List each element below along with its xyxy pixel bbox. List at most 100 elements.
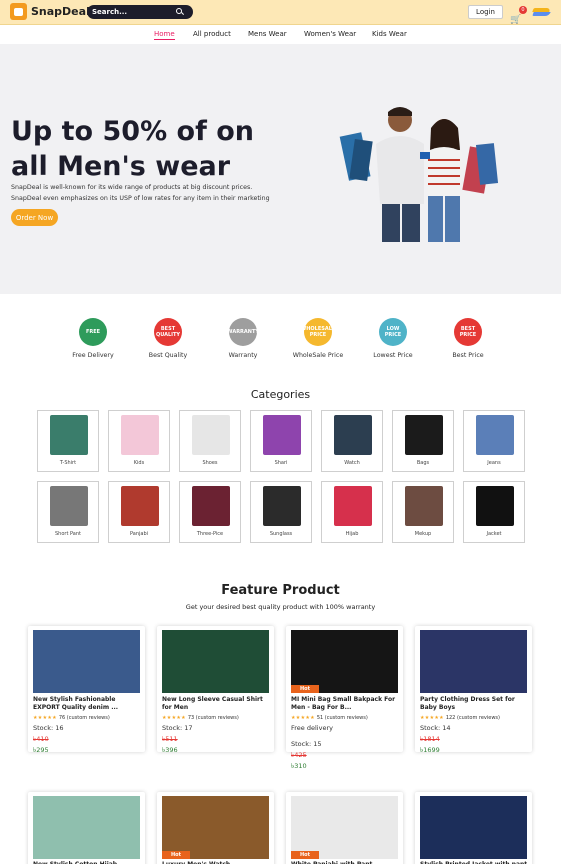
category-label: Jacket: [486, 531, 502, 537]
categories-title: Categories: [250, 388, 311, 401]
product-title[interactable]: Party Clothing Dress Set for Baby Boys: [420, 696, 530, 711]
hot-badge: Hot: [291, 685, 319, 693]
category-card[interactable]: Short Pant: [37, 481, 99, 543]
category-card[interactable]: Three-Pice: [179, 481, 241, 543]
search-input[interactable]: [92, 8, 176, 16]
category-image: [476, 486, 514, 526]
feature-item: WHOLESALE PRICE WholeSale Price: [288, 318, 348, 359]
new-price: ৳396: [162, 746, 178, 754]
product-card[interactable]: HotWhite Panjabi with Pant: [286, 792, 403, 864]
order-now-button[interactable]: Order Now: [11, 209, 58, 226]
category-card[interactable]: Shari: [250, 410, 312, 472]
category-label: Three-Pice: [196, 531, 224, 537]
category-card[interactable]: Bags: [392, 410, 454, 472]
category-card[interactable]: Watch: [321, 410, 383, 472]
category-card[interactable]: Kids: [108, 410, 170, 472]
product-card[interactable]: New Stylish Fashionable EXPORT Quality d…: [28, 626, 145, 754]
product-stock: Stock: 15: [291, 740, 322, 748]
featured-title: Feature Product: [221, 583, 340, 598]
product-rating: ★★★★★ 76 (custom reviews): [33, 715, 110, 721]
category-label: Sunglass: [269, 531, 293, 537]
product-image: [420, 630, 527, 693]
category-card[interactable]: Sunglass: [250, 481, 312, 543]
top-bar: SnapDeal Login 🛒 0: [0, 0, 561, 25]
hot-badge: Hot: [291, 851, 319, 859]
feature-item: WARRANTY Warranty: [213, 318, 273, 359]
logo-icon: [10, 3, 27, 20]
language-flag-icon[interactable]: [532, 8, 551, 16]
category-image: [334, 486, 372, 526]
nav-mens-wear[interactable]: Mens Wear: [248, 30, 287, 38]
hero-description: SnapDeal is well-known for its wide rang…: [11, 182, 281, 204]
category-card[interactable]: Hijab: [321, 481, 383, 543]
best-quality-icon: BEST QUALITY: [154, 318, 182, 346]
hero-description-line: SnapDeal even emphasizes on its USP of l…: [11, 195, 270, 202]
feature-item: BEST QUALITY Best Quality: [138, 318, 198, 359]
login-button[interactable]: Login: [468, 5, 503, 19]
category-label: Watch: [344, 460, 360, 466]
product-card[interactable]: New Stylish Cotton Hijab: [28, 792, 145, 864]
category-label: Short Pant: [55, 531, 81, 537]
search-icon[interactable]: [176, 8, 184, 16]
product-image: [33, 630, 140, 693]
category-image: [192, 486, 230, 526]
nav-all-product[interactable]: All product: [193, 30, 231, 38]
product-rating: ★★★★★ 122 (custom reviews): [420, 715, 500, 721]
new-price: ৳310: [291, 762, 307, 770]
main-nav: Home All product Mens Wear Women's Wear …: [0, 25, 561, 44]
category-image: [263, 415, 301, 455]
rating-count: 51 (custom reviews): [316, 715, 368, 721]
cart-count-badge: 0: [519, 6, 527, 14]
old-price: ৳511: [162, 735, 178, 743]
feature-item: LOW PRICE Lowest Price: [363, 318, 423, 359]
category-label: Hijab: [345, 531, 359, 537]
category-card[interactable]: Panjabi: [108, 481, 170, 543]
category-label: Panjabi: [129, 531, 149, 537]
product-card[interactable]: New Long Sleeve Casual Shirt for Men ★★★★…: [157, 626, 274, 754]
rating-stars-icon: ★★★★★: [420, 715, 446, 721]
product-title[interactable]: MI Mini Bag Small Bakpack For Men - Bag …: [291, 696, 401, 711]
product-card[interactable]: Hot MI Mini Bag Small Bakpack For Men - B…: [286, 626, 403, 770]
logo[interactable]: SnapDeal: [10, 3, 90, 20]
product-stock: Stock: 17: [162, 724, 193, 732]
product-image: [420, 796, 527, 859]
product-card[interactable]: Stylish Printed Jacket with pant: [415, 792, 532, 864]
feature-item: FREE Free Delivery: [63, 318, 123, 359]
product-title[interactable]: New Stylish Fashionable EXPORT Quality d…: [33, 696, 143, 711]
hero-shopping-couple-image: [339, 107, 499, 242]
category-image: [121, 415, 159, 455]
feature-label: WholeSale Price: [292, 352, 344, 359]
product-image: [33, 796, 140, 859]
rating-stars-icon: ★★★★★: [162, 715, 188, 721]
new-price: ৳1699: [420, 746, 440, 754]
old-price: ৳410: [33, 735, 49, 743]
nav-kids-wear[interactable]: Kids Wear: [372, 30, 407, 38]
search-bar[interactable]: [87, 5, 193, 19]
product-stock: Stock: 16: [33, 724, 64, 732]
category-card[interactable]: Shoes: [179, 410, 241, 472]
category-card[interactable]: Mekup: [392, 481, 454, 543]
product-title[interactable]: New Long Sleeve Casual Shirt for Men: [162, 696, 272, 711]
rating-stars-icon: ★★★★★: [33, 715, 59, 721]
product-image: [162, 796, 269, 859]
category-card[interactable]: Jacket: [463, 481, 525, 543]
feature-item: BEST PRICE Best Price: [438, 318, 498, 359]
nav-womens-wear[interactable]: Women's Wear: [304, 30, 356, 38]
category-label: Bags: [416, 460, 430, 466]
category-card[interactable]: T-Shirt: [37, 410, 99, 472]
best-price-icon: BEST PRICE: [454, 318, 482, 346]
category-image: [263, 486, 301, 526]
new-price: ৳295: [33, 746, 49, 754]
hero-title: Up to 50% of on all Men's wear: [11, 116, 254, 182]
cart-button[interactable]: 🛒 0: [510, 6, 527, 25]
cart-icon: 🛒: [510, 15, 522, 25]
rating-stars-icon: ★★★★★: [291, 715, 317, 721]
category-image: [50, 486, 88, 526]
nav-home[interactable]: Home: [154, 30, 175, 40]
category-card[interactable]: Jeans: [463, 410, 525, 472]
category-label: Mekup: [414, 531, 432, 537]
feature-label: Warranty: [228, 352, 258, 359]
category-image: [334, 415, 372, 455]
product-card[interactable]: HotLuxury Men's Watch: [157, 792, 274, 864]
product-card[interactable]: Party Clothing Dress Set for Baby Boys ★★…: [415, 626, 532, 754]
